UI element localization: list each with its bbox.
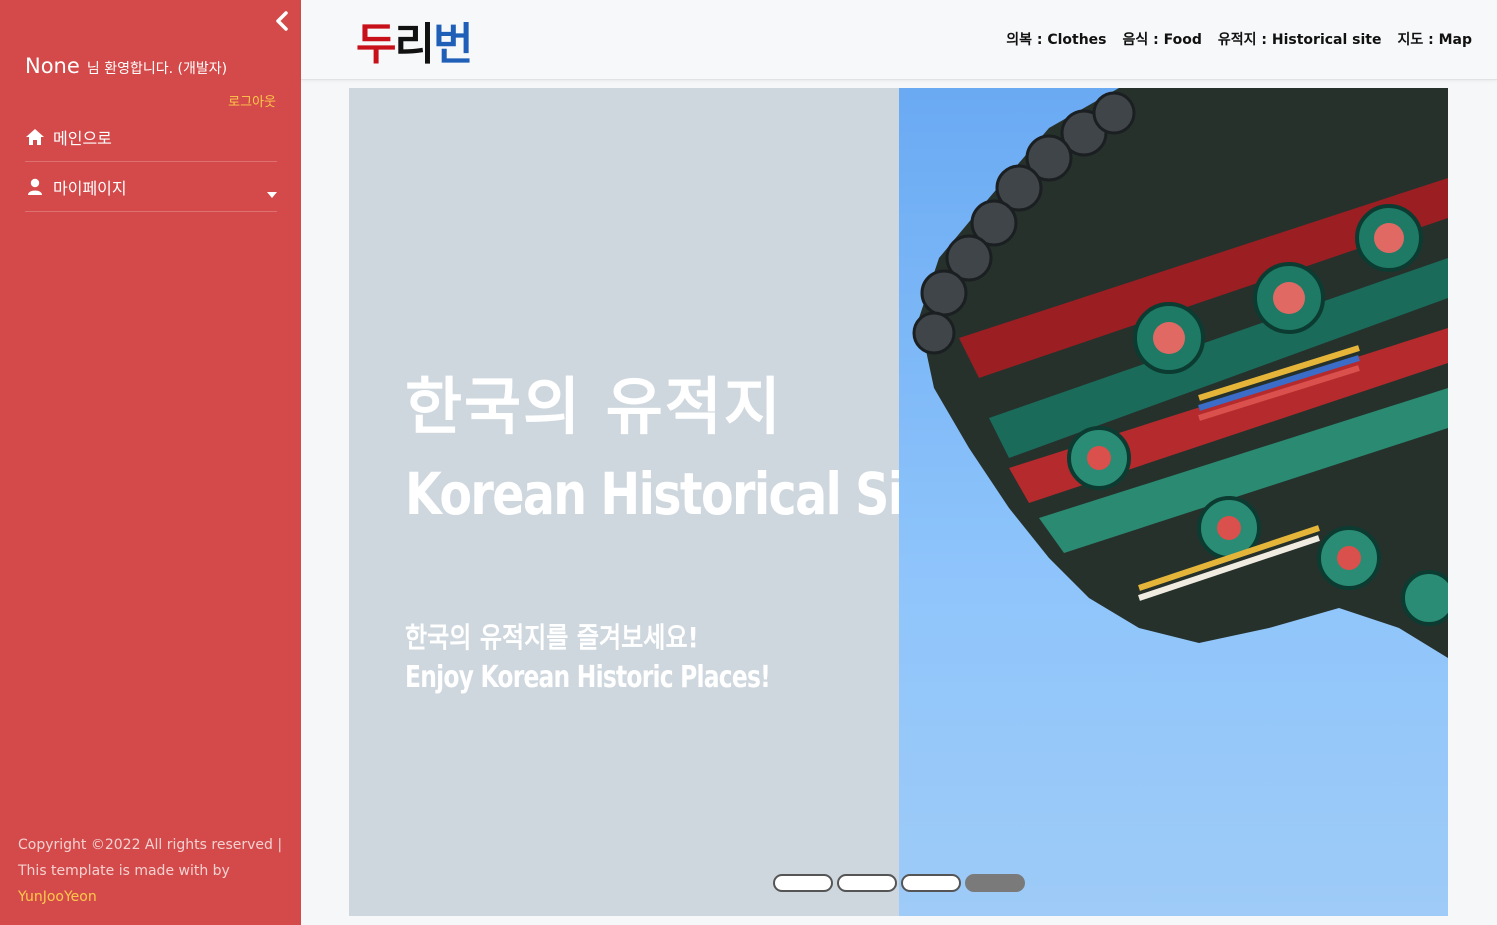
site-logo[interactable]: 두리번: [356, 8, 474, 72]
carousel-indicator[interactable]: [837, 874, 897, 892]
sidebar: None 님 환영합니다. (개발자) 로그아웃 메인으로 마이페이지 Copy…: [0, 0, 301, 925]
author-link[interactable]: YunJooYeon: [18, 889, 97, 905]
korean-roof-eaves-image: [912, 88, 1448, 658]
slide-text-panel: 한국의 유적지 Korean Historical Site 한국의 유적지를 …: [349, 88, 956, 916]
slide-title-en: Korean Historical Site: [405, 460, 956, 528]
slide-title-kr: 한국의 유적지: [405, 370, 783, 443]
top-navbar: 두리번 의복 : Clothes 음식 : Food 유적지 : Histori…: [301, 0, 1497, 80]
sidebar-item-label: 메인으로: [53, 128, 112, 148]
carousel-indicator-active[interactable]: [965, 874, 1025, 892]
logo-char: 리: [394, 19, 435, 70]
chevron-left-icon: [276, 11, 288, 31]
nav-map[interactable]: 지도 : Map: [1397, 29, 1472, 49]
slide-subtitle-kr: 한국의 유적지를 즐겨보세요!: [405, 621, 699, 654]
sidebar-menu: 메인으로 마이페이지: [25, 112, 277, 212]
slide-image-roof-eaves: [899, 88, 1448, 916]
logo-char: 두: [356, 19, 397, 70]
sidebar-collapse-button[interactable]: [272, 10, 292, 32]
user-name: None: [25, 54, 80, 78]
slide-subtitle-en: Enjoy Korean Historic Places!: [405, 660, 771, 695]
home-icon: [25, 127, 45, 147]
carousel-indicators: [773, 874, 1025, 892]
sidebar-item-mypage[interactable]: 마이페이지: [25, 162, 277, 212]
logout-link[interactable]: 로그아웃: [228, 91, 276, 110]
carousel-indicator[interactable]: [901, 874, 961, 892]
sidebar-footer: Copyright ©2022 All rights reserved | Th…: [18, 832, 288, 910]
copyright-text: Copyright ©2022 All rights reserved | Th…: [18, 837, 283, 879]
nav-clothes[interactable]: 의복 : Clothes: [1006, 29, 1106, 49]
nav-food[interactable]: 음식 : Food: [1123, 29, 1202, 49]
nav-links: 의복 : Clothes 음식 : Food 유적지 : Historical …: [1006, 29, 1472, 49]
nav-historical-site[interactable]: 유적지 : Historical site: [1218, 29, 1382, 49]
greeting-text: 님 환영합니다. (개발자): [86, 61, 228, 77]
sidebar-item-main[interactable]: 메인으로: [25, 112, 277, 162]
user-icon: [25, 177, 45, 197]
caret-down-icon: [267, 183, 277, 202]
carousel-indicator[interactable]: [773, 874, 833, 892]
hero-carousel[interactable]: 한국의 유적지 Korean Historical Site 한국의 유적지를 …: [349, 88, 1448, 916]
sidebar-item-label: 마이페이지: [53, 178, 127, 198]
logo-char: 번: [432, 19, 474, 70]
welcome-message: None 님 환영합니다. (개발자): [25, 54, 227, 78]
